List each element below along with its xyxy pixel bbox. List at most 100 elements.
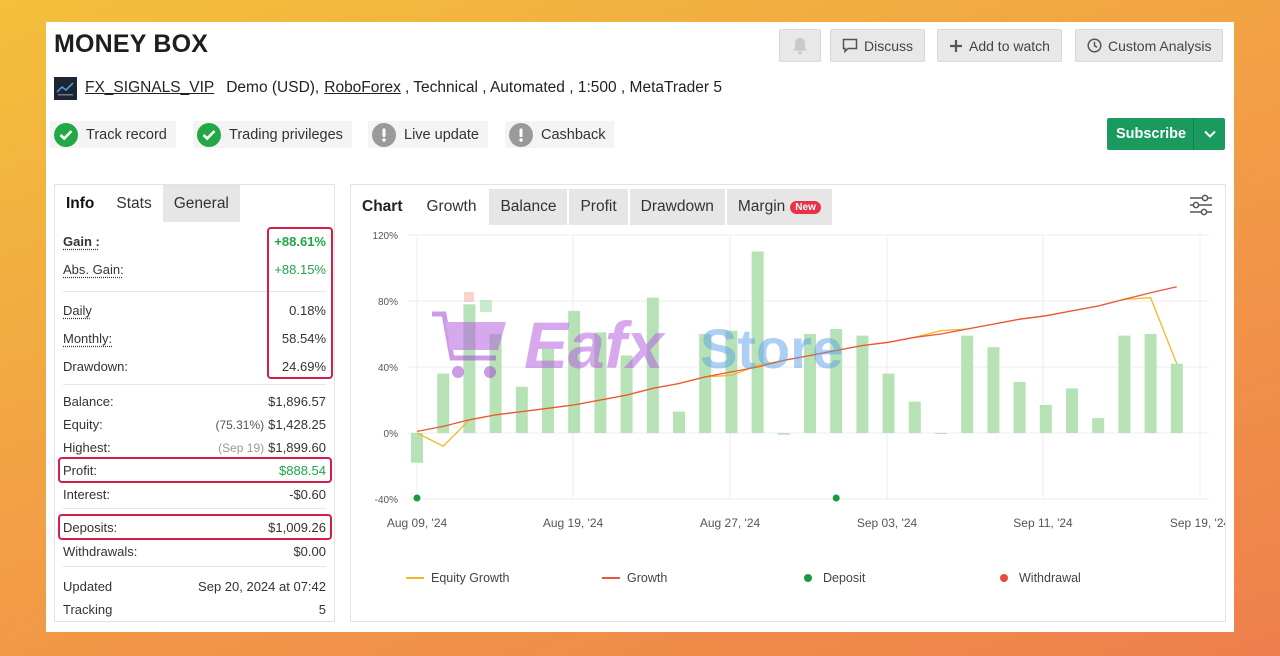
tab-profit[interactable]: Profit	[569, 189, 628, 225]
highlight-box-deposits	[58, 514, 332, 540]
tab-info[interactable]: Info	[55, 185, 105, 222]
divider	[63, 508, 326, 509]
badge-label: Cashback	[541, 126, 606, 143]
tab-margin-label: Margin	[737, 198, 786, 215]
badge-live-update[interactable]: Live update	[368, 121, 488, 148]
tab-stats[interactable]: Stats	[105, 185, 162, 222]
custom-analysis-button[interactable]: Custom Analysis	[1075, 29, 1224, 62]
bar	[568, 310, 581, 433]
tab-drawdown[interactable]: Drawdown	[629, 189, 725, 225]
bar	[699, 334, 712, 433]
bar	[935, 433, 947, 434]
check-icon	[54, 122, 78, 147]
highest-date: (Sep 19)	[218, 440, 265, 455]
chevron-down-icon	[1203, 130, 1216, 138]
account-name-link[interactable]: FX_SIGNALS_VIP	[85, 79, 214, 97]
add-to-watch-label: Add to watch	[969, 37, 1050, 54]
tab-general[interactable]: General	[162, 185, 240, 222]
stat-label: Drawdown:	[63, 358, 129, 374]
main-card: MONEY BOX Discuss Add to watch Custom An…	[46, 22, 1234, 632]
bar	[908, 401, 921, 433]
stat-label[interactable]: Daily	[63, 303, 92, 318]
legend-growth[interactable]: Growth	[602, 571, 667, 585]
stat-label: Highest:	[63, 439, 111, 455]
subscribe-label: Subscribe	[1115, 126, 1187, 142]
account-avatar	[54, 76, 77, 100]
stat-label[interactable]: Gain :	[63, 234, 100, 249]
chart-panel: Chart Growth Balance Profit Drawdown Mar…	[350, 184, 1226, 622]
add-to-watch-button[interactable]: Add to watch	[937, 29, 1062, 62]
account-details: , Technical , Automated , 1:500 , MetaTr…	[404, 79, 723, 96]
legend-swatch	[1000, 574, 1008, 582]
stat-label[interactable]: Abs. Gain:	[63, 262, 124, 277]
bar	[777, 433, 790, 435]
highlight-box-profit	[58, 457, 332, 483]
legend-equity-growth[interactable]: Equity Growth	[406, 571, 510, 585]
bar	[1118, 335, 1131, 433]
bar	[1092, 418, 1105, 433]
bar	[463, 304, 476, 433]
bar	[542, 348, 554, 433]
bar	[1144, 334, 1157, 433]
tab-margin[interactable]: Margin New	[726, 189, 832, 225]
stat-withdrawals: Withdrawals: $0.00	[63, 541, 326, 561]
subscribe-button[interactable]: Subscribe	[1107, 118, 1225, 150]
custom-analysis-label: Custom Analysis	[1108, 37, 1212, 54]
account-info: FX_SIGNALS_VIP Demo (USD), RoboForex , T…	[54, 76, 722, 100]
y-tick-label: -40%	[375, 495, 398, 506]
badge-label: Trading privileges	[229, 126, 343, 143]
badge-label: Live update	[404, 126, 479, 143]
tab-chart[interactable]: Chart	[351, 189, 413, 225]
settings-sliders-icon[interactable]	[1189, 194, 1213, 216]
x-tick-label: Aug 19, '24	[543, 516, 604, 530]
bar	[961, 335, 974, 433]
bar	[437, 373, 450, 433]
stat-label: Updated	[63, 578, 113, 594]
tab-growth[interactable]: Growth	[415, 189, 487, 225]
highest-amount: $1,899.60	[268, 439, 326, 455]
exclamation-icon	[372, 122, 396, 147]
stat-value: (75.31%) $1,428.25	[215, 417, 326, 432]
bar	[856, 335, 869, 433]
bar	[489, 334, 502, 433]
badge-cashback[interactable]: Cashback	[505, 121, 615, 148]
y-tick-label: 80%	[378, 297, 398, 308]
subscribe-dropdown[interactable]	[1193, 118, 1225, 150]
highlight-box-gain	[267, 227, 333, 379]
badge-track-record[interactable]: Track record	[50, 121, 176, 148]
bar	[515, 386, 528, 433]
bar	[725, 330, 738, 433]
check-icon	[197, 122, 221, 147]
x-tick-label: Sep 11, '24	[1013, 516, 1073, 530]
bell-icon	[793, 37, 807, 55]
stat-label: Tracking	[63, 601, 113, 617]
stat-label[interactable]: Monthly:	[63, 331, 112, 346]
badge-trading-privileges[interactable]: Trading privileges	[193, 121, 352, 148]
legend-withdrawal[interactable]: Withdrawal	[1000, 571, 1081, 585]
stat-label: Withdrawals:	[63, 543, 138, 559]
stat-value: 5	[318, 601, 326, 617]
discuss-button[interactable]: Discuss	[830, 29, 926, 62]
equity-growth-line	[416, 297, 1178, 447]
y-tick-label: 0%	[384, 429, 399, 440]
notification-button[interactable]	[779, 29, 821, 62]
stat-value: $0.00	[293, 543, 326, 559]
stat-tracking: Tracking 5	[63, 599, 326, 619]
bar	[1013, 381, 1026, 433]
discuss-label: Discuss	[864, 37, 914, 54]
broker-link[interactable]: RoboForex	[324, 79, 401, 97]
growth-line	[416, 286, 1177, 433]
tab-balance[interactable]: Balance	[489, 189, 568, 225]
stat-balance: Balance: $1,896.57	[63, 391, 326, 411]
bar	[1066, 388, 1078, 433]
legend-deposit[interactable]: Deposit	[804, 571, 865, 585]
bar	[751, 251, 764, 433]
account-type: Demo (USD),	[226, 79, 320, 96]
divider	[63, 384, 326, 385]
legend-label: Deposit	[823, 571, 866, 585]
stat-value: Sep 20, 2024 at 07:42	[198, 578, 326, 594]
equity-amount: $1,428.25	[268, 416, 326, 432]
legend-label: Growth	[627, 571, 668, 585]
bar	[594, 332, 607, 433]
deposit-marker	[832, 494, 840, 502]
